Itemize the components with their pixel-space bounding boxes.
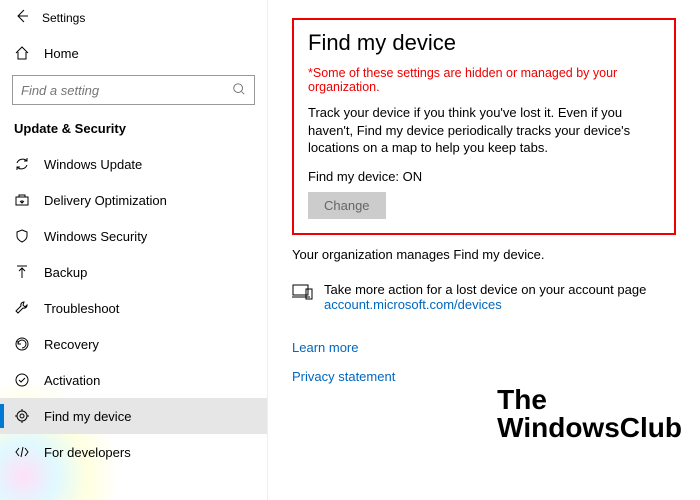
watermark: The WindowsClub: [497, 386, 682, 442]
account-devices-link[interactable]: account.microsoft.com/devices: [324, 297, 502, 312]
backup-icon: [14, 264, 30, 280]
code-icon: [14, 444, 30, 460]
page-title: Find my device: [308, 30, 660, 56]
nav-label: For developers: [44, 445, 131, 460]
sidebar: Settings Home Update & Security Windows …: [0, 0, 268, 500]
nav-label: Activation: [44, 373, 100, 388]
nav-recovery[interactable]: Recovery: [0, 326, 267, 362]
nav-troubleshoot[interactable]: Troubleshoot: [0, 290, 267, 326]
org-manages-note: Your organization manages Find my device…: [292, 247, 676, 262]
watermark-line2: WindowsClub: [497, 414, 682, 442]
search-input[interactable]: [21, 83, 201, 98]
nav-windows-security[interactable]: Windows Security: [0, 218, 267, 254]
category-heading: Update & Security: [0, 115, 267, 146]
nav-label: Windows Update: [44, 157, 142, 172]
wrench-icon: [14, 300, 30, 316]
highlighted-region: Find my device *Some of these settings a…: [292, 18, 676, 235]
search-icon: [232, 82, 246, 99]
nav-label: Windows Security: [44, 229, 147, 244]
home-nav[interactable]: Home: [0, 37, 267, 69]
shield-icon: [14, 228, 30, 244]
sync-icon: [14, 156, 30, 172]
nav-list: Windows Update Delivery Optimization Win…: [0, 146, 267, 470]
content-pane: Find my device *Some of these settings a…: [268, 0, 700, 500]
privacy-link[interactable]: Privacy statement: [292, 369, 676, 384]
home-icon: [14, 45, 30, 61]
feature-description: Track your device if you think you've lo…: [308, 104, 660, 157]
delivery-icon: [14, 192, 30, 208]
nav-label: Backup: [44, 265, 87, 280]
change-button[interactable]: Change: [308, 192, 386, 219]
nav-for-developers[interactable]: For developers: [0, 434, 267, 470]
device-icon: [292, 282, 314, 302]
status-text: Find my device: ON: [308, 169, 660, 184]
location-icon: [14, 408, 30, 424]
search-box[interactable]: [12, 75, 255, 105]
action-text: Take more action for a lost device on yo…: [324, 282, 646, 297]
nav-label: Delivery Optimization: [44, 193, 167, 208]
nav-label: Recovery: [44, 337, 99, 352]
home-label: Home: [44, 46, 79, 61]
nav-label: Find my device: [44, 409, 131, 424]
back-icon[interactable]: [14, 8, 30, 27]
window-title: Settings: [42, 11, 85, 25]
check-circle-icon: [14, 372, 30, 388]
recovery-icon: [14, 336, 30, 352]
nav-delivery-optimization[interactable]: Delivery Optimization: [0, 182, 267, 218]
org-warning: *Some of these settings are hidden or ma…: [308, 66, 660, 94]
nav-backup[interactable]: Backup: [0, 254, 267, 290]
learn-more-link[interactable]: Learn more: [292, 340, 676, 355]
nav-label: Troubleshoot: [44, 301, 119, 316]
nav-windows-update[interactable]: Windows Update: [0, 146, 267, 182]
watermark-line1: The: [497, 386, 682, 414]
nav-find-my-device[interactable]: Find my device: [0, 398, 267, 434]
nav-activation[interactable]: Activation: [0, 362, 267, 398]
more-action-row: Take more action for a lost device on yo…: [292, 282, 676, 312]
